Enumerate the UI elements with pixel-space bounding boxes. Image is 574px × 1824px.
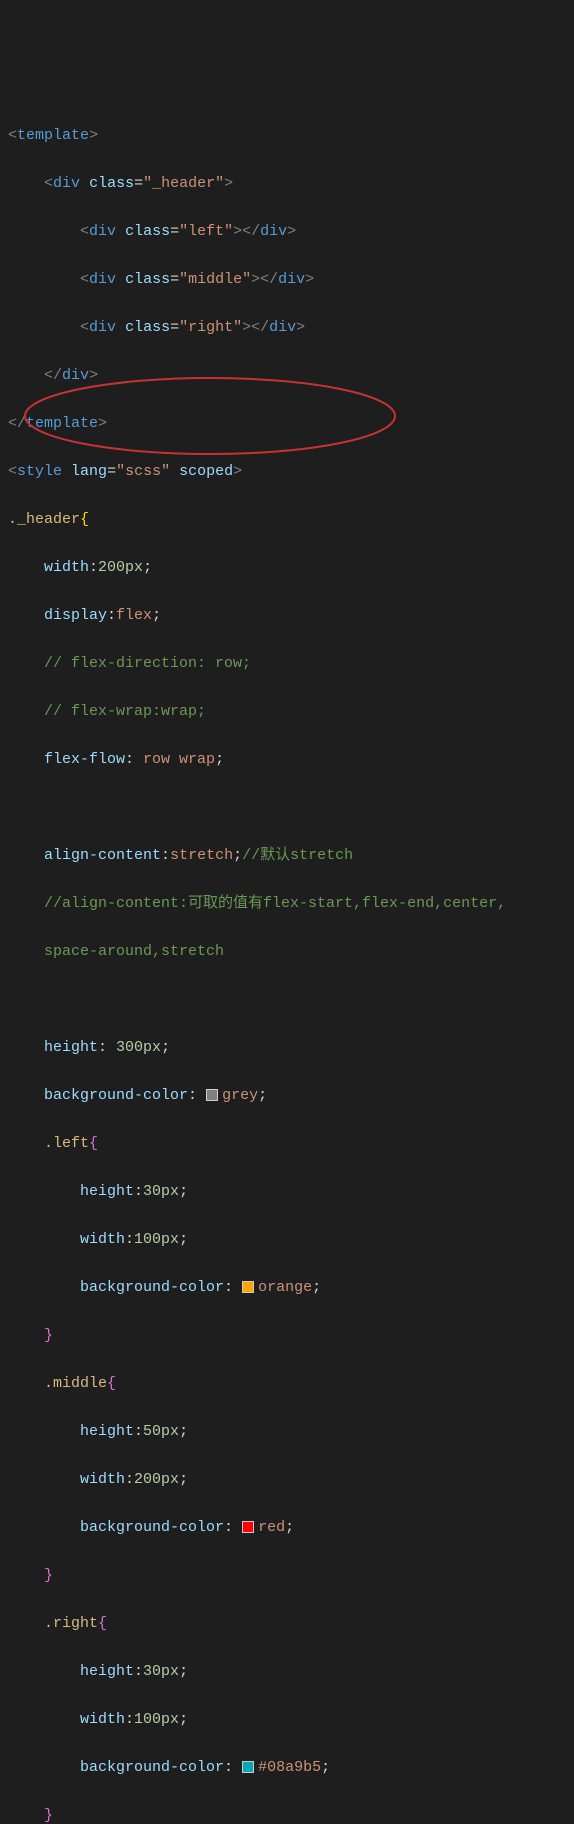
code-line: <div class="left"></div> bbox=[8, 220, 574, 244]
code-line: } bbox=[8, 1564, 574, 1588]
code-line bbox=[8, 988, 574, 1012]
color-swatch-orange bbox=[242, 1281, 254, 1293]
code-line: } bbox=[8, 1804, 574, 1824]
code-line: </div> bbox=[8, 364, 574, 388]
code-line: width:100px; bbox=[8, 1228, 574, 1252]
code-line: //align-content:可取的值有flex-start,flex-end… bbox=[8, 892, 574, 916]
code-line: .right{ bbox=[8, 1612, 574, 1636]
code-line: <template> bbox=[8, 124, 574, 148]
code-line: display:flex; bbox=[8, 604, 574, 628]
code-line: flex-flow: row wrap; bbox=[8, 748, 574, 772]
code-line: background-color: grey; bbox=[8, 1084, 574, 1108]
code-line: background-color: orange; bbox=[8, 1276, 574, 1300]
code-line: align-content:stretch;//默认stretch bbox=[8, 844, 574, 868]
code-line: </template> bbox=[8, 412, 574, 436]
code-line: background-color: #08a9b5; bbox=[8, 1756, 574, 1780]
code-line: width:100px; bbox=[8, 1708, 574, 1732]
code-line: ._header{ bbox=[8, 508, 574, 532]
code-line: <div class="right"></div> bbox=[8, 316, 574, 340]
code-line: height:30px; bbox=[8, 1180, 574, 1204]
code-line: height:50px; bbox=[8, 1420, 574, 1444]
code-line: width:200px; bbox=[8, 556, 574, 580]
color-swatch-red bbox=[242, 1521, 254, 1533]
code-line: // flex-direction: row; bbox=[8, 652, 574, 676]
code-line bbox=[8, 796, 574, 820]
code-line: height:30px; bbox=[8, 1660, 574, 1684]
code-line: .left{ bbox=[8, 1132, 574, 1156]
code-line: // flex-wrap:wrap; bbox=[8, 700, 574, 724]
code-editor[interactable]: <template> <div class="_header"> <div cl… bbox=[0, 96, 574, 1824]
code-line: .middle{ bbox=[8, 1372, 574, 1396]
color-swatch-grey bbox=[206, 1089, 218, 1101]
code-line: height: 300px; bbox=[8, 1036, 574, 1060]
code-line: <div class="middle"></div> bbox=[8, 268, 574, 292]
code-line: background-color: red; bbox=[8, 1516, 574, 1540]
code-line: } bbox=[8, 1324, 574, 1348]
code-line: space-around,stretch bbox=[8, 940, 574, 964]
code-line: width:200px; bbox=[8, 1468, 574, 1492]
code-line: <style lang="scss" scoped> bbox=[8, 460, 574, 484]
color-swatch-teal bbox=[242, 1761, 254, 1773]
code-line: <div class="_header"> bbox=[8, 172, 574, 196]
